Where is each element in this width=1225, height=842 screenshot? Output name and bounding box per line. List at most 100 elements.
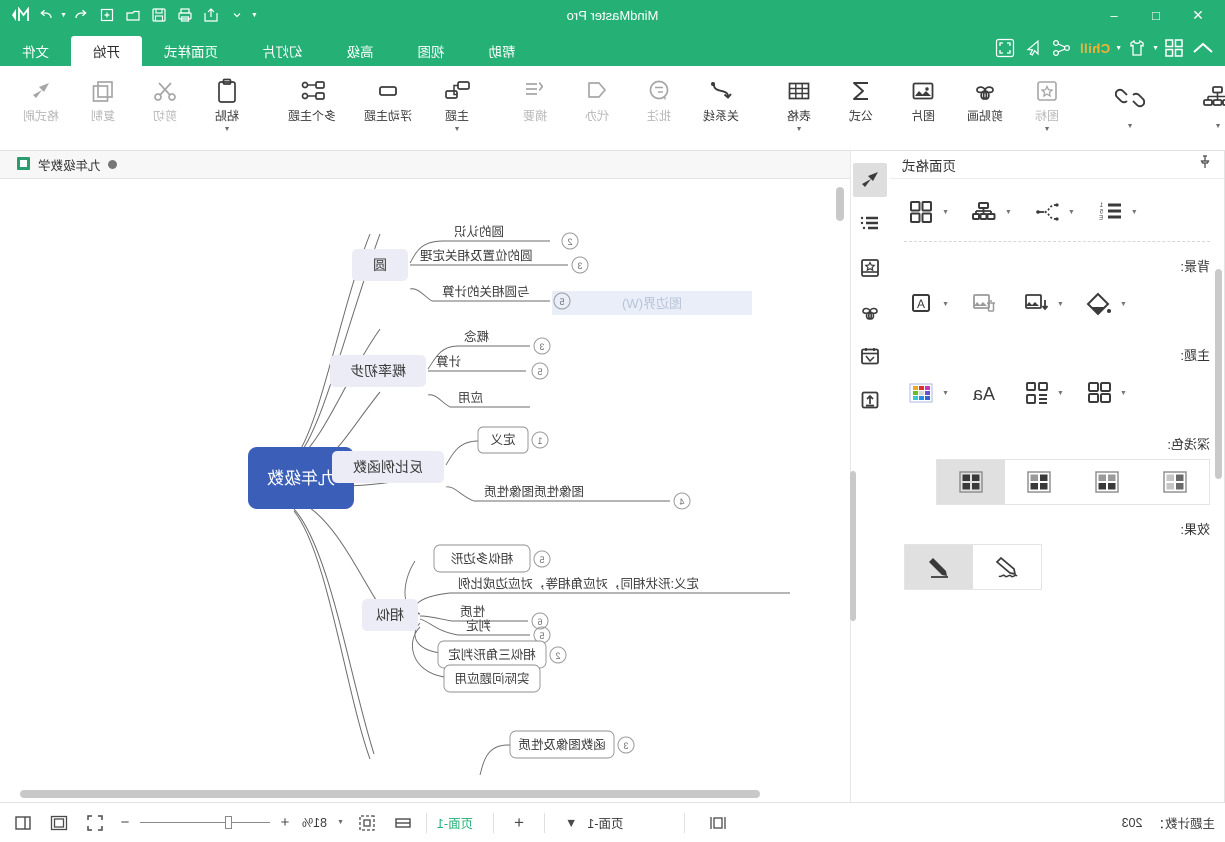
page-tab-active[interactable]: 页面-1: [437, 813, 473, 832]
numbering-button[interactable]: 15E ▼: [1093, 195, 1138, 229]
minimize-button[interactable]: –: [1093, 0, 1135, 30]
insert-background-image-caret-icon[interactable]: ▼: [1057, 301, 1064, 308]
panel-strip-scroll-thumb[interactable]: [850, 471, 856, 621]
shade-option-3[interactable]: [1005, 460, 1073, 504]
theme-gallery-caret-icon[interactable]: ▼: [942, 390, 949, 397]
tab-slide[interactable]: 幻灯片: [240, 36, 325, 66]
theme-preset-button[interactable]: ▼: [1082, 376, 1127, 410]
formula-button[interactable]: 公式: [830, 70, 892, 142]
panel-toggle-button[interactable]: [10, 810, 36, 836]
theme-style-caret-icon[interactable]: ▼: [1057, 390, 1064, 397]
layout-structure-button[interactable]: ▼: [1182, 70, 1225, 142]
branch-style-caret-icon[interactable]: ▼: [1068, 209, 1075, 216]
structure-button[interactable]: ▼: [967, 195, 1012, 229]
icon-library-button[interactable]: 图标 ▼: [1016, 70, 1078, 142]
summary-button[interactable]: 摘要: [504, 70, 566, 142]
layout-structure-caret-icon[interactable]: ▼: [1215, 123, 1222, 130]
clipart-button[interactable]: 剪贴画: [954, 70, 1016, 142]
paste-button[interactable]: 粘贴 ▼: [196, 70, 258, 142]
clipart-tool[interactable]: [854, 295, 888, 329]
undo-icon[interactable]: [69, 3, 93, 27]
task-calendar-tool[interactable]: [854, 339, 888, 373]
effect-solid[interactable]: [905, 545, 973, 589]
table-button[interactable]: 表格 ▼: [768, 70, 830, 142]
canvas-vertical-scrollbar[interactable]: [836, 187, 844, 780]
single-page-button[interactable]: [46, 810, 72, 836]
caret-down-icon[interactable]: [225, 3, 249, 27]
shade-option-2[interactable]: [1073, 460, 1141, 504]
multi-topic-button[interactable]: 多个主题: [274, 70, 350, 142]
zoom-value[interactable]: 81%: [302, 816, 327, 830]
theme-preset-caret-icon[interactable]: ▼: [1120, 390, 1127, 397]
tab-help[interactable]: 帮助: [467, 36, 538, 66]
hyperlink-button[interactable]: ▼: [1094, 70, 1166, 142]
callout-button[interactable]: 代办: [566, 70, 628, 142]
copy-button[interactable]: 复制: [72, 70, 134, 142]
page-menu-button[interactable]: ▼: [565, 816, 577, 830]
page-view-toggle-button[interactable]: [705, 810, 731, 836]
mindmap-canvas[interactable]: 图边界(W) 九年级数 圆 圆的认识 2 圆的位置及相关定理 3 与圆相关的计算…: [0, 179, 850, 802]
full-screen-button[interactable]: [82, 810, 108, 836]
remove-background-image-button[interactable]: [967, 287, 1001, 321]
canvas-horizontal-scroll-thumb[interactable]: [20, 790, 760, 798]
share-export-icon[interactable]: [199, 3, 223, 27]
fill-color-caret-icon[interactable]: ▼: [942, 301, 949, 308]
shirt-theme-caret-icon[interactable]: ▼: [1115, 45, 1122, 52]
image-button[interactable]: 图片: [892, 70, 954, 142]
hyperlink-caret-icon[interactable]: ▼: [1127, 123, 1134, 130]
fit-to-screen-button[interactable]: [354, 810, 380, 836]
zoom-menu-caret-icon[interactable]: ▼: [337, 819, 344, 826]
zoom-knob[interactable]: [225, 816, 232, 829]
open-folder-icon[interactable]: [121, 3, 145, 27]
cursor-arrow-icon[interactable]: [1020, 33, 1046, 63]
share-node-icon[interactable]: [1048, 33, 1074, 63]
cut-button[interactable]: 剪切: [134, 70, 196, 142]
apps-grid-caret-icon[interactable]: ▼: [1152, 45, 1159, 52]
export-tool[interactable]: [854, 383, 888, 417]
shade-option-1[interactable]: [1141, 460, 1209, 504]
canvas-horizontal-scrollbar[interactable]: [8, 790, 842, 798]
redo-icon[interactable]: [34, 3, 58, 27]
zoom-slider[interactable]: − +: [118, 814, 292, 831]
watermark-text-button[interactable]: ▼: [1082, 287, 1127, 321]
relationship-line-button[interactable]: 关系线: [690, 70, 752, 142]
theme-gallery-button[interactable]: ▼: [904, 376, 949, 410]
add-page-button[interactable]: +: [514, 813, 524, 833]
outline-list-tool[interactable]: [854, 207, 888, 241]
close-button[interactable]: ✕: [1177, 0, 1219, 30]
theme-style-button[interactable]: ▼: [1019, 376, 1064, 410]
fullscreen-icon[interactable]: [992, 33, 1018, 63]
panel-scroll-thumb[interactable]: [1215, 269, 1222, 479]
home-chevron-icon[interactable]: [1189, 33, 1217, 63]
comment-button[interactable]: 批注: [628, 70, 690, 142]
undo-history-caret-icon[interactable]: ▼: [60, 12, 67, 19]
topic-caret-icon[interactable]: ▼: [454, 126, 461, 133]
maximize-button[interactable]: □: [1135, 0, 1177, 30]
shade-option-4[interactable]: [937, 460, 1005, 504]
shirt-theme-icon[interactable]: [1124, 33, 1150, 63]
table-caret-icon[interactable]: ▼: [796, 126, 803, 133]
new-file-icon[interactable]: [95, 3, 119, 27]
style-library-tool[interactable]: [854, 251, 888, 285]
tab-view[interactable]: 视图: [396, 36, 467, 66]
page-layout-grid-button[interactable]: ▼: [904, 195, 949, 229]
print-icon[interactable]: [173, 3, 197, 27]
page-layout-caret-icon[interactable]: ▼: [942, 209, 949, 216]
tab-advanced[interactable]: 高级: [325, 36, 396, 66]
effect-sketch[interactable]: [973, 545, 1041, 589]
watermark-text-caret-icon[interactable]: ▼: [1120, 301, 1127, 308]
format-brush-tool[interactable]: [853, 163, 888, 197]
document-tab[interactable]: 九年级数学: [6, 152, 127, 178]
save-icon[interactable]: [147, 3, 171, 27]
fill-color-button[interactable]: A ▼: [904, 287, 949, 321]
zoom-track[interactable]: [140, 816, 270, 829]
branch-style-button[interactable]: ▼: [1030, 195, 1075, 229]
page-label-right[interactable]: 页面-1: [587, 813, 623, 832]
font-style-button[interactable]: Aa: [967, 376, 1001, 410]
paste-caret-icon[interactable]: ▼: [224, 126, 231, 133]
tab-page-style[interactable]: 页面样式: [142, 36, 240, 66]
outline-view-button[interactable]: [390, 810, 416, 836]
canvas-vertical-scroll-thumb[interactable]: [836, 187, 844, 221]
topic-button[interactable]: 主题 ▼: [426, 70, 488, 142]
format-painter-button[interactable]: 格式刷: [10, 70, 72, 142]
